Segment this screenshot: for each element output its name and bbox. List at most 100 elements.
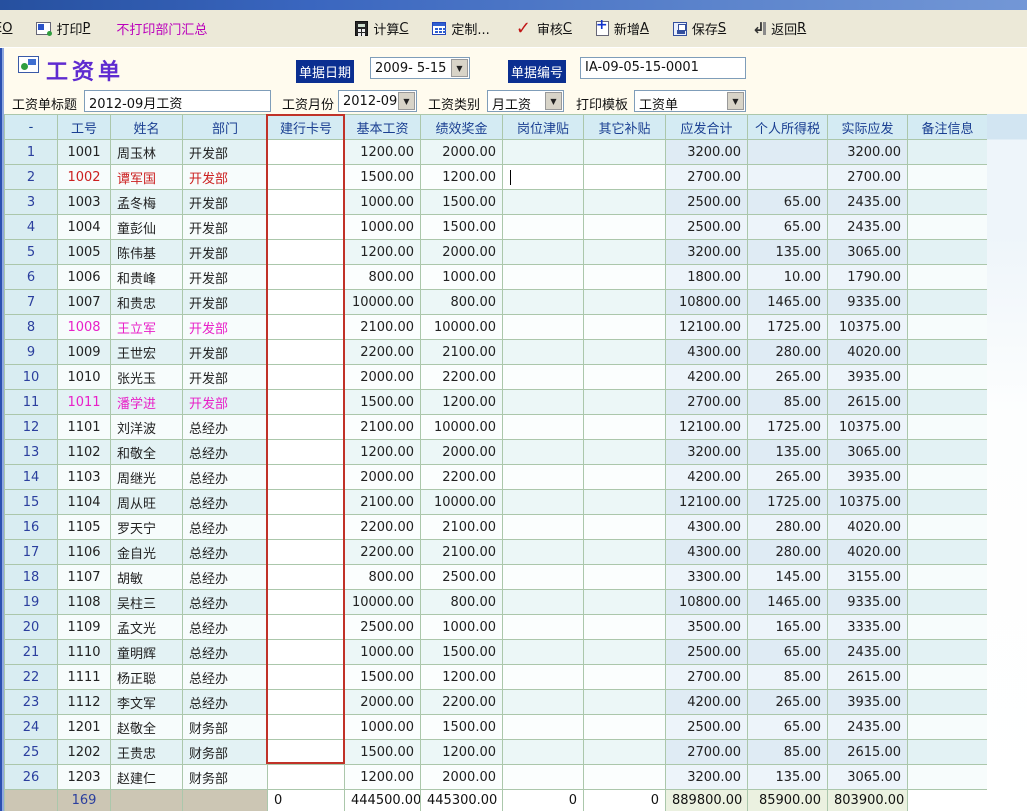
cell-no[interactable]: 20 (5, 615, 58, 640)
cell-no[interactable]: 16 (5, 515, 58, 540)
cell-name[interactable]: 王世宏 (111, 340, 183, 365)
cell-bonus[interactable]: 2000.00 (421, 440, 503, 465)
cell-other[interactable] (584, 515, 666, 540)
cell-name[interactable]: 和贵峰 (111, 265, 183, 290)
cell-name[interactable]: 孟文光 (111, 615, 183, 640)
cell-no[interactable]: 26 (5, 765, 58, 790)
cell-net[interactable]: 4020.00 (828, 540, 908, 565)
cell-post[interactable] (503, 465, 584, 490)
cell-no[interactable]: 11 (5, 390, 58, 415)
cell-note[interactable] (908, 740, 988, 765)
cell-net[interactable]: 10375.00 (828, 415, 908, 440)
cell-bonus[interactable]: 2500.00 (421, 565, 503, 590)
table-row[interactable]: 21002谭军国开发部1500.001200.002700.002700.00 (5, 165, 988, 190)
clipped-toolbar-button[interactable]: EO (0, 21, 12, 36)
cell-other[interactable] (584, 615, 666, 640)
cell-emp[interactable]: 1105 (58, 515, 111, 540)
calculate-button[interactable]: 计算C (355, 19, 408, 38)
cell-base[interactable]: 2100.00 (345, 315, 421, 340)
cell-note[interactable] (908, 215, 988, 240)
cell-tax[interactable]: 85.00 (748, 740, 828, 765)
customize-button[interactable]: 定制... (432, 19, 489, 38)
cell-name[interactable]: 潘学进 (111, 390, 183, 415)
cell-other[interactable] (584, 440, 666, 465)
cell-base[interactable]: 1500.00 (345, 740, 421, 765)
cell-note[interactable] (908, 365, 988, 390)
no-dept-summary-link[interactable]: 不打印部门汇总 (116, 19, 207, 38)
cell-bonus[interactable]: 2000.00 (421, 765, 503, 790)
cell-total[interactable]: 4200.00 (666, 365, 748, 390)
cell-bonus[interactable]: 1500.00 (421, 640, 503, 665)
cell-tax[interactable]: 65.00 (748, 215, 828, 240)
cell-emp[interactable]: 1103 (58, 465, 111, 490)
table-row[interactable]: 261203赵建仁财务部1200.002000.003200.00135.003… (5, 765, 988, 790)
cell-other[interactable] (584, 290, 666, 315)
cell-tax[interactable]: 65.00 (748, 640, 828, 665)
cell-dept[interactable]: 总经办 (183, 690, 268, 715)
cell-net[interactable]: 2700.00 (828, 165, 908, 190)
cell-emp[interactable]: 1003 (58, 190, 111, 215)
cell-post[interactable] (503, 315, 584, 340)
cell-bonus[interactable]: 2100.00 (421, 340, 503, 365)
column-header-bonus[interactable]: 绩效奖金 (421, 115, 503, 140)
cell-total[interactable]: 2700.00 (666, 390, 748, 415)
cell-name[interactable]: 陈伟基 (111, 240, 183, 265)
cell-total[interactable]: 1800.00 (666, 265, 748, 290)
table-row[interactable]: 241201赵敬全财务部1000.001500.002500.0065.0024… (5, 715, 988, 740)
cell-name[interactable]: 张光玉 (111, 365, 183, 390)
cell-bonus[interactable]: 1200.00 (421, 665, 503, 690)
cell-no[interactable]: 14 (5, 465, 58, 490)
cell-card[interactable] (268, 265, 345, 290)
cell-total[interactable]: 12100.00 (666, 315, 748, 340)
cell-name[interactable]: 金自光 (111, 540, 183, 565)
cell-base[interactable]: 2200.00 (345, 340, 421, 365)
cell-emp[interactable]: 1004 (58, 215, 111, 240)
table-row[interactable]: 41004童彭仙开发部1000.001500.002500.0065.00243… (5, 215, 988, 240)
cell-bonus[interactable]: 2200.00 (421, 365, 503, 390)
cell-emp[interactable]: 1102 (58, 440, 111, 465)
cell-other[interactable] (584, 140, 666, 165)
cell-tax[interactable]: 135.00 (748, 240, 828, 265)
cell-total[interactable]: 2500.00 (666, 190, 748, 215)
cell-post[interactable] (503, 490, 584, 515)
table-row[interactable]: 91009王世宏开发部2200.002100.004300.00280.0040… (5, 340, 988, 365)
cell-note[interactable] (908, 690, 988, 715)
cell-no[interactable]: 2 (5, 165, 58, 190)
cell-dept[interactable]: 总经办 (183, 590, 268, 615)
cell-emp[interactable]: 1101 (58, 415, 111, 440)
cell-other[interactable] (584, 590, 666, 615)
cell-name[interactable]: 吴柱三 (111, 590, 183, 615)
cell-emp[interactable]: 1112 (58, 690, 111, 715)
cell-dept[interactable]: 开发部 (183, 265, 268, 290)
cell-net[interactable]: 2615.00 (828, 390, 908, 415)
cell-emp[interactable]: 1111 (58, 665, 111, 690)
cell-base[interactable]: 800.00 (345, 265, 421, 290)
cell-card[interactable] (268, 640, 345, 665)
doc-no-field[interactable]: IA-09-05-15-0001 (580, 57, 746, 79)
cell-post[interactable] (503, 340, 584, 365)
cell-card[interactable] (268, 765, 345, 790)
cell-base[interactable]: 1000.00 (345, 190, 421, 215)
cell-bonus[interactable]: 1200.00 (421, 165, 503, 190)
cell-tax[interactable]: 265.00 (748, 365, 828, 390)
table-row[interactable]: 141103周继光总经办2000.002200.004200.00265.003… (5, 465, 988, 490)
cell-tax[interactable]: 280.00 (748, 540, 828, 565)
cell-card[interactable] (268, 590, 345, 615)
cell-note[interactable] (908, 765, 988, 790)
cell-post[interactable] (503, 190, 584, 215)
cell-note[interactable] (908, 340, 988, 365)
cell-total[interactable]: 2700.00 (666, 740, 748, 765)
cell-emp[interactable]: 1202 (58, 740, 111, 765)
cell-note[interactable] (908, 715, 988, 740)
cell-other[interactable] (584, 365, 666, 390)
table-row[interactable]: 71007和贵忠开发部10000.00800.0010800.001465.00… (5, 290, 988, 315)
cell-emp[interactable]: 1203 (58, 765, 111, 790)
column-header-total[interactable]: 应发合计 (666, 115, 748, 140)
cell-net[interactable]: 10375.00 (828, 315, 908, 340)
cell-bonus[interactable]: 1500.00 (421, 215, 503, 240)
cell-card[interactable] (268, 390, 345, 415)
column-header-no[interactable]: - (5, 115, 58, 140)
table-row[interactable]: 121101刘洋波总经办2100.0010000.0012100.001725.… (5, 415, 988, 440)
cell-net[interactable]: 9335.00 (828, 590, 908, 615)
cell-post[interactable] (503, 390, 584, 415)
